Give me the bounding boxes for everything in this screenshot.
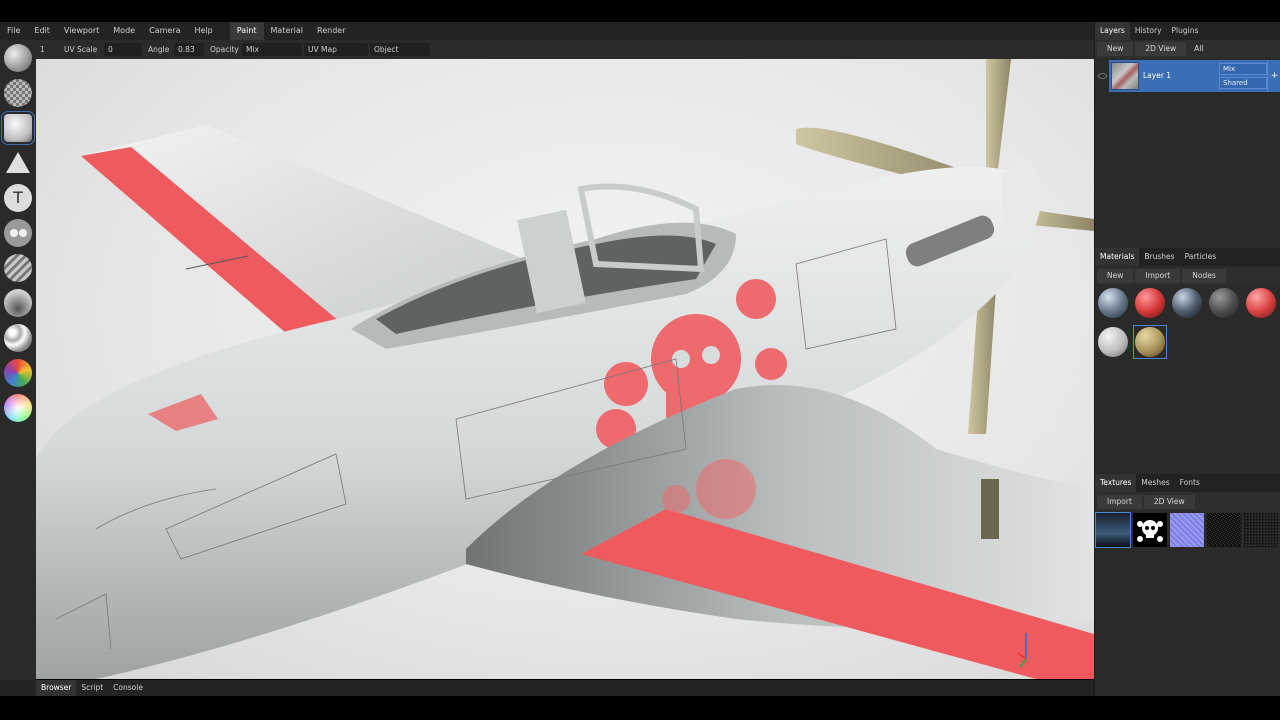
tab-layers[interactable]: Layers [1095,22,1130,40]
tab-browser[interactable]: Browser [36,680,77,696]
import-texture-button[interactable]: Import [1097,495,1142,509]
tab-fonts[interactable]: Fonts [1175,474,1205,492]
menu-edit[interactable]: Edit [27,22,57,40]
right-panel: Layers History Plugins New 2D View All L… [1094,22,1280,696]
layers-all-dropdown[interactable]: All [1188,42,1209,56]
materials-toolbar: New Import Nodes [1095,267,1280,285]
airplane-render [36,59,1094,679]
new-material-button[interactable]: New [1097,269,1134,283]
eye-icon[interactable] [1098,73,1107,79]
layer-blend-dropdown[interactable]: Mix [1219,63,1267,75]
prop-blade-top [986,59,1011,169]
menu-camera[interactable]: Camera [142,22,187,40]
uv-scale-field[interactable]: 0 [104,43,142,56]
3d-viewport[interactable] [36,59,1094,679]
material-swatch-white[interactable] [1098,327,1128,357]
swatch-icon[interactable] [4,394,32,422]
mode-tab-material[interactable]: Material [264,22,311,40]
tab-materials[interactable]: Materials [1095,248,1140,266]
brush-tool-icon[interactable] [4,44,32,72]
menu-mode[interactable]: Mode [106,22,142,40]
textures-2d-view-button[interactable]: 2D View [1143,495,1195,509]
mode-tab-render[interactable]: Render [310,22,352,40]
clone-tool-icon[interactable] [4,289,32,317]
material-swatch-red[interactable] [1135,288,1165,318]
menu-help[interactable]: Help [187,22,219,40]
object-dropdown[interactable]: Object [370,43,430,56]
axis-gizmo-icon[interactable] [1016,629,1046,669]
material-swatch-dark[interactable] [1209,288,1239,318]
cone-shape-glyph [6,152,30,173]
brush-index-field[interactable]: 1 [36,43,58,56]
layer-shared-dropdown[interactable]: Shared [1219,77,1267,89]
material-swatch-metal[interactable] [1098,288,1128,318]
bottom-left-filler [0,680,36,696]
angle-field[interactable]: 0.83 [174,43,204,56]
bottom-tab-bar: Browser Script Console [36,680,1094,696]
layers-2d-view-button[interactable]: 2D View [1135,42,1187,56]
layer-row[interactable]: Layer 1 Mix Shared + [1109,60,1280,92]
tab-brushes[interactable]: Brushes [1139,248,1179,266]
brush-options-toolbar: 1 UV Scale 0 Angle 0.83 Opacity Mix UV M… [36,40,1094,59]
material-swatch-steel[interactable] [1172,288,1202,318]
skull-texture-glyph [1137,520,1163,542]
tab-history[interactable]: History [1130,22,1167,40]
tab-script[interactable]: Script [76,680,108,696]
texture-thumb-normal[interactable] [1170,513,1204,547]
tab-console[interactable]: Console [108,680,148,696]
uv-map-dropdown[interactable]: UV Map [304,43,368,56]
materials-tab-bar: Materials Brushes Particles [1095,248,1280,266]
mode-tab-paint[interactable]: Paint [229,22,264,40]
layer-thumbnail [1111,62,1139,90]
tab-plugins[interactable]: Plugins [1167,22,1204,40]
spinner-shape [1001,157,1041,237]
texture-thumb-skull[interactable] [1133,513,1167,547]
new-layer-button[interactable]: New [1097,42,1134,56]
landing-gear [981,479,999,539]
blur-tool-icon[interactable] [4,324,32,352]
material-swatch-khaki[interactable] [1135,327,1165,357]
material-swatch-red-2[interactable] [1246,288,1276,318]
cone-shape-icon[interactable] [4,149,32,177]
layer-name: Layer 1 [1143,71,1172,80]
texture-thumb-scratch[interactable] [1244,513,1278,547]
textures-tab-bar: Textures Meshes Fonts [1095,474,1280,492]
tab-particles[interactable]: Particles [1180,248,1222,266]
stripe-tool-icon[interactable] [4,254,32,282]
layer-add-icon[interactable]: + [1267,60,1280,92]
layers-toolbar: New 2D View All [1095,40,1280,58]
angle-label: Angle [148,45,170,54]
layers-tab-bar: Layers History Plugins [1095,22,1280,40]
text-tool-icon[interactable]: T [4,184,32,212]
texture-thumb-noise[interactable] [1207,513,1241,547]
particle-tool-icon[interactable] [4,219,32,247]
nodes-button[interactable]: Nodes [1182,269,1226,283]
menu-viewport[interactable]: Viewport [57,22,106,40]
tab-textures[interactable]: Textures [1095,474,1137,492]
uv-scale-label: UV Scale [64,45,98,54]
top-menu-bar: File Edit Viewport Mode Camera Help Pain… [0,22,1280,40]
particle-glyph [10,229,27,237]
eraser-checker-icon[interactable] [4,79,32,107]
fill-sphere-icon[interactable] [1,111,35,145]
blend-dropdown[interactable]: Mix [242,43,302,56]
tab-meshes[interactable]: Meshes [1136,474,1174,492]
left-tool-strip: T [0,40,36,680]
menu-file[interactable]: File [0,22,27,40]
import-material-button[interactable]: Import [1135,269,1181,283]
opacity-label: Opacity [210,45,239,54]
color-wheel-icon[interactable] [4,359,32,387]
textures-toolbar: Import 2D View [1095,493,1280,511]
texture-thumb-sky[interactable] [1096,513,1130,547]
